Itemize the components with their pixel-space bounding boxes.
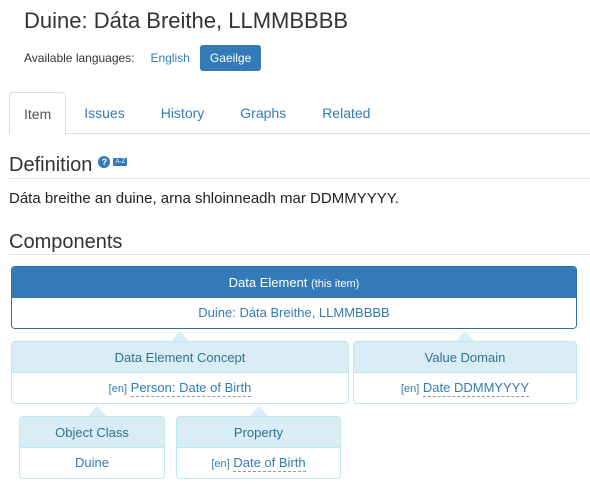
tab-item[interactable]: Item bbox=[9, 92, 67, 135]
dec-lang-tag: [en] bbox=[108, 383, 128, 395]
tab-issues[interactable]: Issues bbox=[66, 92, 142, 134]
page: Duine: Dáta Breithe, LLMMBBBB Available … bbox=[0, 0, 590, 485]
dec-value-link[interactable]: Person: Date of Birth bbox=[130, 380, 252, 397]
data-element-title: Data Element bbox=[228, 275, 308, 290]
property-header: Property bbox=[177, 417, 340, 448]
value-domain-panel: Value Domain [en] Date DDMMYYYY bbox=[353, 341, 577, 404]
tab-graphs[interactable]: Graphs bbox=[222, 92, 304, 134]
data-element-value[interactable]: Duine: Dáta Breithe, LLMMBBBB bbox=[12, 298, 576, 328]
data-element-concept-panel: Data Element Concept [en] Person: Date o… bbox=[11, 341, 349, 404]
dec-body: [en] Person: Date of Birth bbox=[12, 373, 348, 403]
value-domain-value-link[interactable]: Date DDMMYYYY bbox=[422, 380, 530, 397]
language-gaeilge-button[interactable]: Gaeilge bbox=[199, 45, 262, 71]
components-heading: Components bbox=[9, 231, 123, 253]
property-body: [en] Date of Birth bbox=[177, 448, 340, 478]
definition-text: Dáta breithe an duine, arna shloinneadh … bbox=[9, 190, 399, 207]
page-title: Duine: Dáta Breithe, LLMMBBBB bbox=[24, 8, 349, 33]
value-domain-header: Value Domain bbox=[354, 342, 576, 373]
object-class-header: Object Class bbox=[20, 417, 164, 448]
language-switcher: Available languages: English Gaeilge bbox=[24, 45, 262, 71]
languages-label: Available languages: bbox=[24, 51, 135, 65]
language-az-icon[interactable]: A-Z bbox=[113, 158, 128, 166]
components-divider bbox=[9, 254, 590, 255]
tab-related[interactable]: Related bbox=[304, 92, 388, 134]
property-panel: Property [en] Date of Birth bbox=[176, 416, 341, 479]
data-element-panel: Data Element (this item) Duine: Dáta Bre… bbox=[11, 266, 577, 329]
data-element-header: Data Element (this item) bbox=[12, 267, 576, 298]
definition-heading: Definition? A-Z bbox=[9, 154, 128, 177]
vd-arrow bbox=[456, 331, 474, 341]
object-class-value-link[interactable]: Duine bbox=[20, 448, 164, 478]
dec-header: Data Element Concept bbox=[12, 342, 348, 373]
definition-divider bbox=[9, 178, 590, 179]
dec-arrow bbox=[171, 331, 189, 341]
value-domain-lang-tag: [en] bbox=[400, 383, 420, 395]
property-value-link[interactable]: Date of Birth bbox=[233, 455, 306, 472]
language-english-link[interactable]: English bbox=[145, 47, 196, 69]
tab-history[interactable]: History bbox=[143, 92, 223, 134]
tab-bar: Item Issues History Graphs Related bbox=[9, 92, 590, 135]
value-domain-body: [en] Date DDMMYYYY bbox=[354, 373, 576, 403]
property-arrow bbox=[250, 406, 268, 416]
object-class-arrow bbox=[88, 406, 106, 416]
data-element-note: (this item) bbox=[311, 278, 360, 290]
definition-heading-text: Definition bbox=[9, 154, 93, 176]
property-lang-tag: [en] bbox=[211, 458, 230, 470]
help-icon[interactable]: ? bbox=[98, 156, 111, 168]
object-class-panel: Object Class Duine bbox=[19, 416, 165, 479]
